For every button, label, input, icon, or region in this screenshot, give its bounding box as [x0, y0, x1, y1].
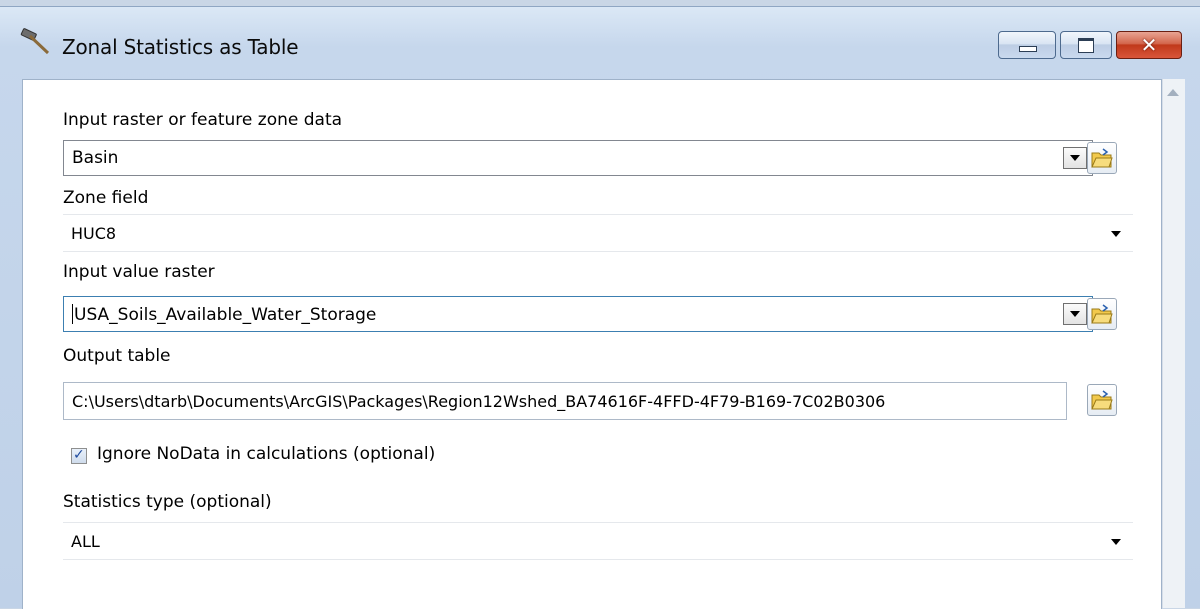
window-title: Zonal Statistics as Table [62, 35, 299, 59]
text-cursor [72, 304, 73, 324]
value-raster-text: USA_Soils_Available_Water_Storage [74, 305, 377, 325]
close-button[interactable]: ✕ [1116, 31, 1182, 59]
close-icon: ✕ [1140, 33, 1158, 57]
zone-data-combobox[interactable]: Basin [63, 140, 1093, 176]
minimize-button[interactable] [998, 31, 1056, 59]
open-folder-icon [1091, 304, 1113, 324]
zone-data-browse-button[interactable] [1087, 142, 1117, 174]
value-raster-dropdown-button[interactable] [1063, 303, 1087, 325]
statistics-type-select[interactable]: ALL [63, 522, 1133, 560]
open-folder-icon [1091, 148, 1113, 168]
output-table-label: Output table [63, 346, 171, 366]
zone-data-dropdown-button[interactable] [1063, 147, 1087, 169]
value-raster-browse-button[interactable] [1087, 298, 1117, 330]
minimize-icon [1019, 46, 1037, 52]
ignore-nodata-label[interactable]: Ignore NoData in calculations (optional) [97, 444, 435, 464]
zone-field-value: HUC8 [71, 224, 117, 243]
maximize-icon [1078, 38, 1094, 53]
maximize-button[interactable] [1060, 31, 1112, 59]
zone-field-label: Zone field [63, 188, 149, 208]
zone-data-value: Basin [72, 148, 119, 168]
tool-dialog-window: Zonal Statistics as Table ✕ Input raster… [0, 6, 1200, 609]
scroll-up-icon[interactable] [1167, 89, 1179, 96]
title-bar[interactable]: Zonal Statistics as Table ✕ [0, 7, 1200, 79]
statistics-type-value: ALL [71, 532, 100, 551]
chevron-down-icon [1111, 231, 1121, 237]
vertical-scrollbar[interactable] [1162, 79, 1185, 608]
output-table-input[interactable]: C:\Users\dtarb\Documents\ArcGIS\Packages… [63, 382, 1067, 420]
ignore-nodata-checkbox[interactable]: ✓ [71, 447, 87, 464]
output-table-value: C:\Users\dtarb\Documents\ArcGIS\Packages… [72, 392, 886, 411]
zone-field-select[interactable]: HUC8 [63, 214, 1133, 252]
output-table-browse-button[interactable] [1087, 384, 1117, 416]
value-raster-label: Input value raster [63, 262, 215, 282]
zone-data-label: Input raster or feature zone data [63, 110, 343, 130]
value-raster-value: USA_Soils_Available_Water_Storage [72, 304, 376, 325]
statistics-type-label: Statistics type (optional) [63, 492, 272, 512]
open-folder-icon [1091, 390, 1113, 410]
hammer-icon [20, 28, 50, 55]
parameters-panel: Input raster or feature zone data Basin … [22, 79, 1162, 609]
value-raster-combobox[interactable]: USA_Soils_Available_Water_Storage [63, 296, 1093, 332]
chevron-down-icon [1111, 539, 1121, 545]
checkmark-icon: ✓ [73, 447, 85, 463]
